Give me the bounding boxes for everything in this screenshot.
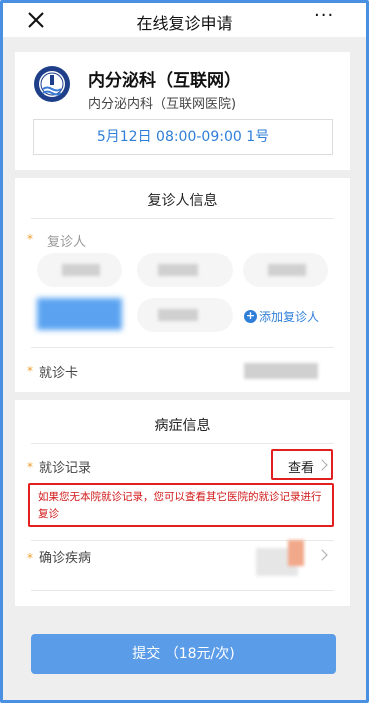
illness-section-title: 病症信息: [154, 418, 211, 434]
divider: [31, 590, 334, 591]
redacted-diagnosis-tag: [288, 540, 304, 566]
required-star: *: [27, 460, 33, 474]
hospital-department: 内分泌内科（互联网医院): [88, 97, 237, 112]
department-name: 内分泌科（互联网）: [88, 71, 241, 91]
required-star: *: [27, 232, 33, 246]
selected-patient-chip[interactable]: [37, 298, 122, 330]
divider: [31, 218, 334, 219]
record-notice: 如果您无本院就诊记录，您可以查看其它医院的就诊记录进行复诊: [28, 483, 334, 527]
view-records-label: 查看: [288, 461, 315, 476]
redacted-name: [62, 264, 100, 276]
diagnosis-label: 确诊疾病: [39, 551, 92, 566]
submit-button[interactable]: 提交 （18元/次): [31, 634, 336, 674]
plus-icon: +: [244, 309, 257, 323]
record-label: 就诊记录: [39, 461, 92, 476]
redacted-name: [158, 264, 198, 276]
divider: [31, 347, 334, 348]
card-label: 就诊卡: [39, 366, 79, 381]
redacted-name: [268, 264, 306, 276]
add-patient-label: 添加复诊人: [259, 310, 320, 324]
appointment-slot[interactable]: 5月12日 08:00-09:00 1号: [33, 119, 333, 155]
required-star: *: [27, 551, 33, 565]
redacted-name: [158, 309, 198, 321]
divider: [31, 443, 334, 444]
page-title: 在线复诊申请: [136, 14, 233, 33]
patient-section-title: 复诊人信息: [147, 193, 218, 209]
more-icon[interactable]: ···: [314, 7, 336, 30]
patient-label: 复诊人: [47, 235, 87, 250]
hospital-logo-icon: [34, 66, 70, 102]
redacted-card-number[interactable]: [244, 363, 318, 379]
navbar: 在线复诊申请 ···: [3, 3, 366, 37]
add-patient-button[interactable]: + 添加复诊人: [244, 308, 319, 325]
required-star: *: [27, 364, 33, 378]
